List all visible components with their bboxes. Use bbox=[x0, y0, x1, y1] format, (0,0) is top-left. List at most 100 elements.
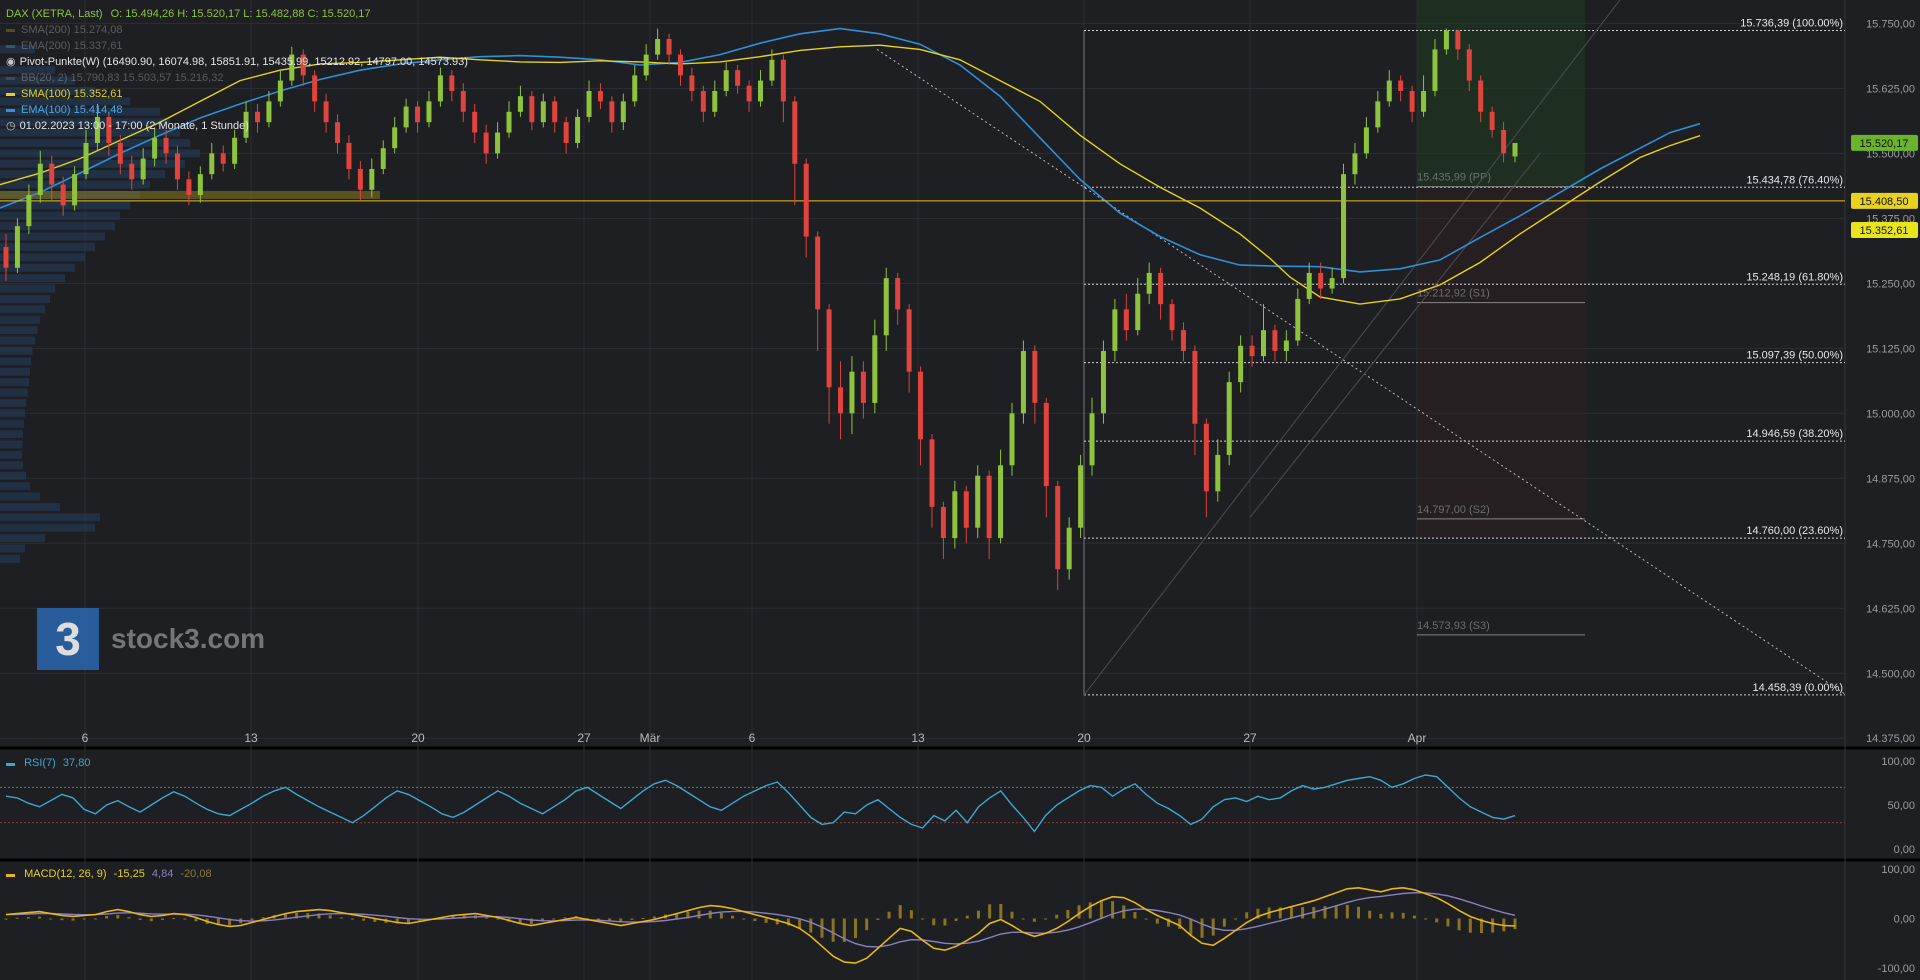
macd-histogram-bar bbox=[1468, 918, 1472, 933]
candle-body bbox=[677, 54, 683, 76]
legend-period[interactable]: ◷ 01.02.2023 13:00 - 17:00 (2 Monate, 1 … bbox=[6, 118, 468, 134]
macd-value-1: -15,25 bbox=[113, 868, 145, 880]
macd-histogram-bar bbox=[160, 918, 164, 920]
candle-body bbox=[1295, 298, 1301, 341]
macd-histogram-bar bbox=[1289, 907, 1293, 919]
macd-histogram-bar bbox=[865, 918, 869, 931]
candle-body bbox=[1421, 90, 1427, 112]
legend-sma100[interactable]: SMA(100) 15.352,61 bbox=[6, 86, 468, 102]
y-tick-label: 15.625,00 bbox=[1866, 83, 1915, 95]
candle-body bbox=[1169, 304, 1175, 331]
macd-tick-label: 0,00 bbox=[1894, 914, 1915, 926]
x-tick-label: Apr bbox=[1408, 731, 1427, 745]
volume-profile-bar bbox=[0, 336, 35, 345]
macd-histogram-bar bbox=[172, 918, 176, 920]
candle-body bbox=[872, 335, 878, 403]
macd-histogram-bar bbox=[339, 917, 343, 919]
macd-histogram-bar bbox=[764, 918, 768, 923]
macd-histogram-bar bbox=[652, 916, 656, 919]
volume-profile-bar bbox=[0, 544, 25, 553]
volume-profile-bar bbox=[0, 294, 50, 303]
macd-histogram-bar bbox=[1513, 918, 1517, 930]
candle-body bbox=[1398, 80, 1404, 91]
candle-body bbox=[1226, 382, 1232, 455]
volume-profile-bar bbox=[0, 409, 25, 418]
rsi-name: RSI(7) bbox=[24, 757, 56, 769]
fib-level-label: 15.434,78 (76.40%) bbox=[1746, 174, 1843, 186]
candle-body bbox=[37, 163, 43, 195]
volume-profile-bar bbox=[0, 284, 55, 293]
candle-body bbox=[975, 475, 981, 528]
macd-histogram-bar bbox=[1044, 918, 1048, 920]
macd-histogram-bar bbox=[1133, 912, 1137, 919]
volume-profile-bar bbox=[0, 242, 95, 251]
macd-histogram-bar bbox=[1222, 918, 1226, 927]
y-tick-label: 15.250,00 bbox=[1866, 278, 1915, 290]
candle-body bbox=[666, 38, 672, 55]
candle-body bbox=[540, 101, 546, 123]
macd-histogram-bar bbox=[988, 904, 992, 919]
candle-body bbox=[746, 85, 752, 102]
macd-histogram-bar bbox=[641, 918, 645, 920]
legend-boll[interactable]: BB(20, 2) 15.790,83 15.503,57 15.216,32 bbox=[6, 70, 468, 86]
x-tick-label: 13 bbox=[244, 731, 258, 745]
candle-body bbox=[1329, 278, 1335, 289]
candle-body bbox=[1283, 340, 1289, 351]
macd-name: MACD(12, 26, 9) bbox=[24, 868, 107, 880]
volume-profile-bar bbox=[0, 502, 60, 511]
legend-ema200[interactable]: EMA(200) 15.337,61 bbox=[6, 38, 468, 54]
candle-body bbox=[117, 142, 123, 164]
fib-level-label: 14.946,59 (38.20%) bbox=[1746, 428, 1843, 440]
x-tick-label: 27 bbox=[1243, 731, 1257, 745]
boll-swatch bbox=[6, 76, 15, 80]
macd-histogram-bar bbox=[1435, 918, 1439, 923]
pivot-level-label: 14.797,00 (S2) bbox=[1417, 504, 1490, 516]
macd-histogram-bar bbox=[1323, 906, 1327, 919]
macd-histogram-bar bbox=[496, 918, 500, 920]
candle-body bbox=[723, 70, 729, 91]
instrument-title: DAX (XETRA, Last) bbox=[6, 8, 103, 20]
macd-histogram-bar bbox=[1211, 918, 1215, 936]
candle-body bbox=[1409, 90, 1415, 112]
fib-level-label: 15.248,19 (61.80%) bbox=[1746, 271, 1843, 283]
legend-sma200[interactable]: SMA(200) 15.274,08 bbox=[6, 22, 468, 38]
volume-profile-bar bbox=[0, 492, 40, 501]
macd-histogram-bar bbox=[1301, 907, 1305, 919]
pivot-label: Pivot-Punkte(W) (16490.90, 16074.98, 158… bbox=[19, 56, 468, 68]
rsi-tick-label: 100,00 bbox=[1881, 756, 1915, 768]
legend-ema100[interactable]: EMA(100) 15.414,48 bbox=[6, 102, 468, 118]
rsi-value: 37,80 bbox=[62, 757, 91, 769]
candle-body bbox=[1363, 127, 1369, 154]
candle-body bbox=[1341, 174, 1347, 279]
candle-body bbox=[906, 309, 912, 372]
candle-body bbox=[517, 96, 523, 112]
macd-histogram-bar bbox=[149, 918, 153, 922]
chart-canvas[interactable]: 15.750,0015.625,0015.500,0015.375,0015.2… bbox=[0, 0, 1920, 980]
legend-pivot[interactable]: ◉ Pivot-Punkte(W) (16490.90, 16074.98, 1… bbox=[6, 54, 468, 70]
candle-body bbox=[60, 184, 66, 206]
macd-histogram-bar bbox=[351, 918, 355, 920]
macd-histogram-bar bbox=[1066, 909, 1070, 919]
ema100-label: EMA(100) 15.414,48 bbox=[21, 104, 123, 116]
macd-histogram-bar bbox=[1088, 902, 1092, 919]
candle-body bbox=[529, 96, 535, 123]
candle-body bbox=[655, 38, 661, 55]
macd-histogram-bar bbox=[552, 918, 556, 920]
candle-body bbox=[1249, 345, 1255, 357]
candle-body bbox=[1352, 153, 1358, 175]
candle-body bbox=[780, 59, 786, 102]
volume-profile-bar bbox=[0, 211, 120, 220]
volume-profile-bar bbox=[0, 554, 20, 563]
candle-body bbox=[163, 137, 169, 154]
candle-body bbox=[1501, 129, 1507, 154]
sma100-swatch bbox=[6, 92, 15, 96]
candle-body bbox=[986, 475, 992, 539]
y-tick-label: 15.000,00 bbox=[1866, 408, 1915, 420]
candle-body bbox=[575, 116, 581, 143]
macd-histogram-bar bbox=[1457, 918, 1461, 931]
macd-histogram-bar bbox=[809, 918, 813, 933]
macd-histogram-bar bbox=[999, 903, 1003, 919]
macd-histogram-bar bbox=[1345, 904, 1349, 919]
legend-main: DAX (XETRA, Last) O: 15.494,26 H: 15.520… bbox=[6, 6, 468, 22]
candle-body bbox=[712, 90, 718, 112]
